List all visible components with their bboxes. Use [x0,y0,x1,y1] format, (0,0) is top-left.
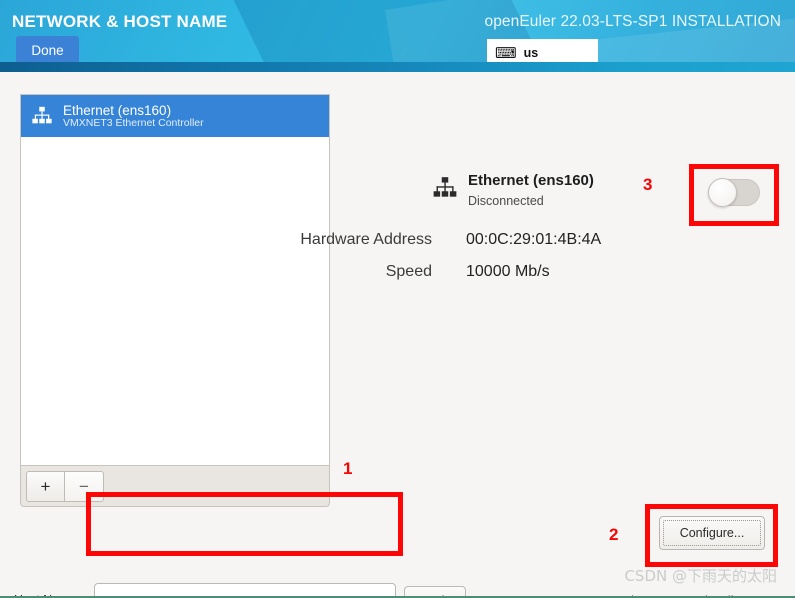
network-host-name-screen: NETWORK & HOST NAME openEuler 22.03-LTS-… [0,0,795,598]
annotation-box-3 [689,164,779,226]
annotation-box-2 [645,504,778,567]
annotation-number-3: 3 [643,175,653,194]
annotation-number-1: 1 [343,459,353,478]
installation-product-label: openEuler 22.03-LTS-SP1 INSTALLATION [484,13,781,30]
speed-label: Speed [385,263,432,280]
header-bottom-band [0,62,795,72]
list-item-name: Ethernet (ens160) [63,102,172,118]
keyboard-icon: ⌨ [495,44,517,62]
device-name: Ethernet (ens160) [468,172,594,189]
main-content: Ethernet (ens160) VMXNET3 Ethernet Contr… [0,72,795,598]
list-item-texts: Ethernet (ens160) VMXNET3 Ethernet Contr… [63,103,204,130]
device-status: Disconnected [468,193,544,208]
device-header: Ethernet (ens160) Disconnected [432,172,594,208]
list-item[interactable]: Ethernet (ens160) VMXNET3 Ethernet Contr… [21,95,329,137]
add-connection-button[interactable]: + [26,470,65,502]
done-button[interactable]: Done [16,36,79,65]
ethernet-icon [31,105,53,127]
list-item-description: VMXNET3 Ethernet Controller [63,116,204,129]
hardware-address-value: 00:0C:29:01:4B:4A [466,231,602,248]
annotation-box-1 [86,492,403,556]
watermark: CSDN @下雨天的太阳 [624,567,777,585]
annotation-number-2: 2 [609,525,619,544]
device-header-texts: Ethernet (ens160) Disconnected [468,172,594,208]
hardware-address-label: Hardware Address [300,231,432,248]
installer-header: NETWORK & HOST NAME openEuler 22.03-LTS-… [0,0,795,72]
ethernet-icon [432,175,458,201]
keyboard-layout-label: us [523,46,539,60]
speed-value: 10000 Mb/s [466,263,550,280]
page-title: NETWORK & HOST NAME [12,12,228,31]
